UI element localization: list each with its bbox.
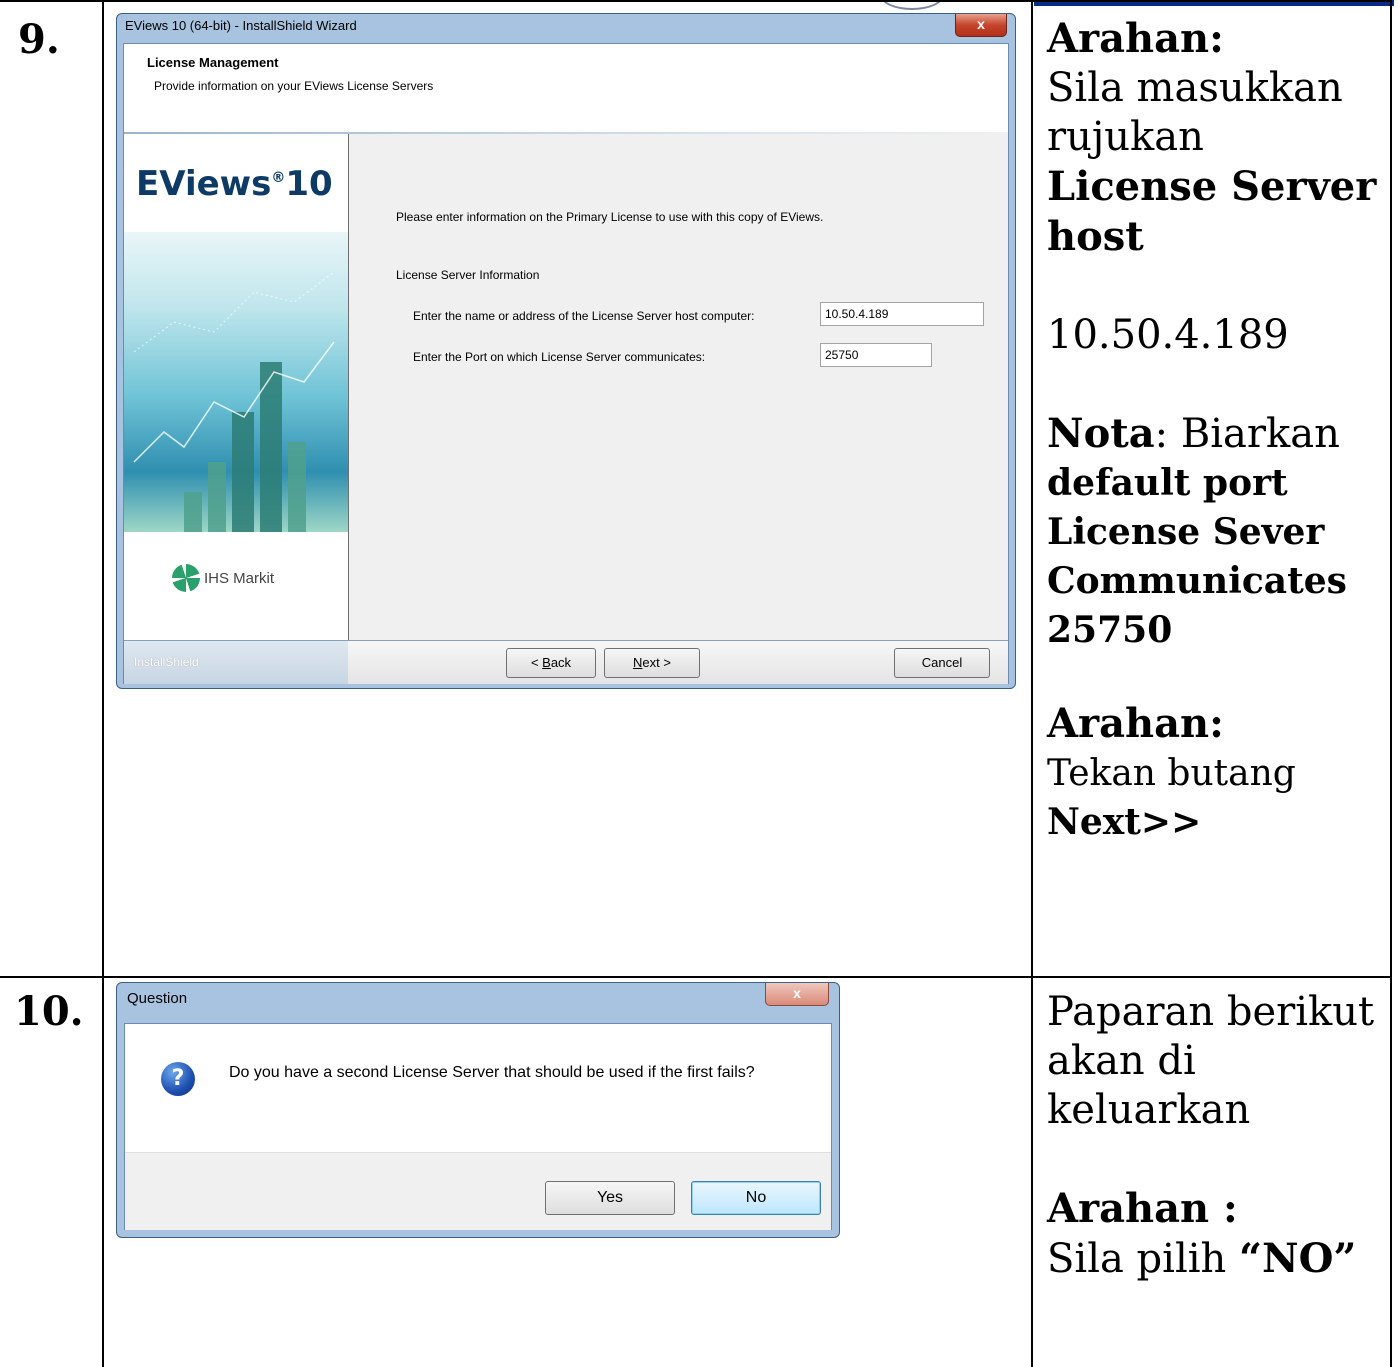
dialog-footer: Yes No xyxy=(125,1152,831,1230)
host-label: Enter the name or address of the License… xyxy=(413,309,755,323)
instruction-text: Sila pilih xyxy=(1047,1236,1227,1282)
table-column-divider xyxy=(1031,0,1033,1367)
instruction-value: 10.50.4.189 xyxy=(1047,312,1289,358)
installshield-label: InstallShield xyxy=(134,655,199,669)
window-title: EViews 10 (64-bit) - InstallShield Wizar… xyxy=(125,18,357,33)
instruction-heading: Arahan : xyxy=(1047,1185,1238,1232)
question-dialog: Question x ? Do you have a second Licens… xyxy=(116,982,840,1238)
ihs-markit-logo: IHS Markit xyxy=(172,564,274,592)
instruction-text: Tekan butang xyxy=(1047,753,1296,794)
installshield-wizard-window: EViews 10 (64-bit) - InstallShield Wizar… xyxy=(116,13,1016,689)
license-host-input[interactable]: 10.50.4.189 xyxy=(820,302,984,326)
table-border-right xyxy=(1390,0,1392,1367)
note-text: : Biarkan xyxy=(1154,411,1340,457)
dialog-title: Question xyxy=(127,990,188,1007)
license-port-input[interactable]: 25750 xyxy=(820,343,932,367)
instruction-heading: Arahan: xyxy=(1047,700,1224,747)
step-number: 10. xyxy=(14,988,84,1035)
close-icon: x xyxy=(793,985,801,1001)
step-10-instructions: Paparan berikut akan di keluarkan Arahan… xyxy=(1047,988,1387,1284)
instruction-text: Sila masukkan rujukan xyxy=(1047,65,1343,160)
wizard-client-area: License Management Provide information o… xyxy=(123,43,1009,684)
step-number: 9. xyxy=(18,16,60,63)
yes-button[interactable]: Yes xyxy=(545,1181,675,1215)
intro-text: Please enter information on the Primary … xyxy=(396,210,824,224)
step-9-instructions: Arahan: Sila masukkan rujukan License Se… xyxy=(1047,14,1387,847)
brand-artwork-image xyxy=(124,232,348,532)
header-title: License Management xyxy=(147,55,279,70)
cancel-button[interactable]: Cancel xyxy=(894,648,990,678)
eviews-logo: EViews®10 xyxy=(136,164,333,204)
brand-panel: EViews®10 IHS Markit xyxy=(124,134,349,640)
table-row-divider xyxy=(0,976,1392,978)
section-label: License Server Information xyxy=(396,268,540,282)
dialog-message: Do you have a second License Server that… xyxy=(229,1064,755,1081)
instruction-bold: License Server host xyxy=(1047,163,1377,260)
instruction-bold: “NO” xyxy=(1239,1235,1357,1282)
wizard-footer: InstallShield < Back Next > Cancel xyxy=(124,640,1008,684)
dialog-client-area: ? Do you have a second License Server th… xyxy=(124,1023,832,1230)
back-button[interactable]: < Back xyxy=(506,648,596,678)
instruction-heading: Arahan: xyxy=(1047,15,1224,62)
table-column-divider xyxy=(102,0,104,1367)
header-subtitle: Provide information on your EViews Licen… xyxy=(154,79,434,93)
close-button[interactable]: x xyxy=(765,983,829,1006)
wizard-header: License Management Provide information o… xyxy=(124,44,1008,132)
close-button[interactable]: x xyxy=(955,14,1007,37)
note-label: Nota xyxy=(1047,410,1155,457)
note-bold: default port License Sever Communicates … xyxy=(1047,462,1347,651)
question-icon: ? xyxy=(161,1062,195,1096)
port-label: Enter the Port on which License Server c… xyxy=(413,350,706,364)
ihs-markit-icon xyxy=(172,564,200,592)
instruction-text: Paparan berikut akan di keluarkan xyxy=(1047,989,1375,1133)
no-button[interactable]: No xyxy=(691,1181,821,1215)
next-button[interactable]: Next > xyxy=(604,648,700,678)
instruction-bold: Next>> xyxy=(1047,801,1202,843)
table-border-top xyxy=(0,0,1392,2)
close-icon: x xyxy=(977,16,985,32)
